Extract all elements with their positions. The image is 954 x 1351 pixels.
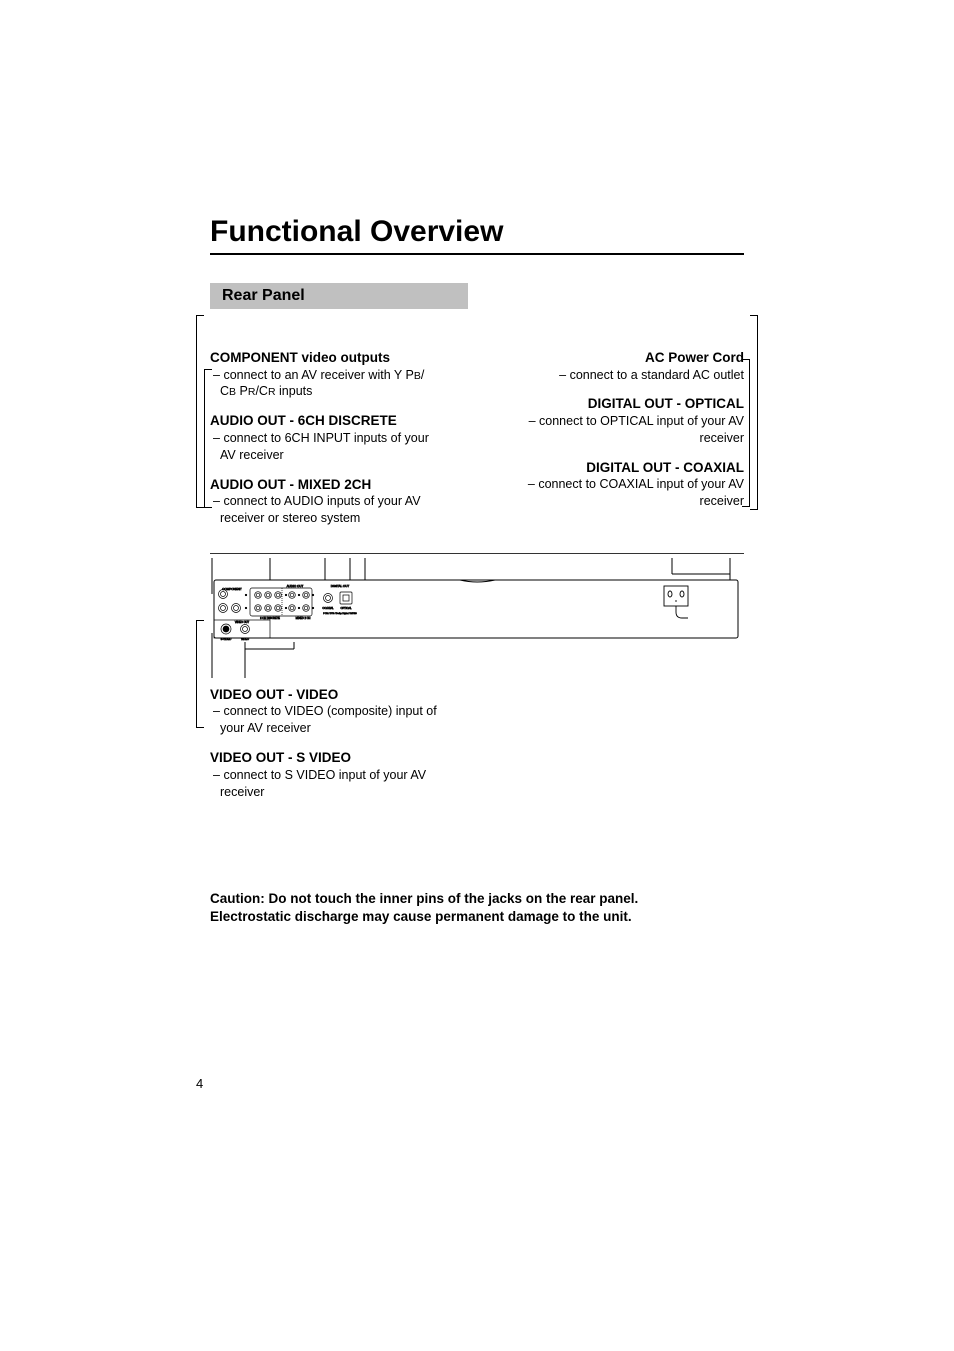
block-body: connect to an AV receiver with Y PB/ CB …: [210, 367, 440, 401]
block-digital-optical: DIGITAL OUT - OPTICAL – connect to OPTIC…: [514, 395, 744, 446]
section-label: Rear Panel: [210, 283, 468, 309]
block-title: AUDIO OUT - MIXED 2CH: [210, 476, 440, 494]
svg-text:MIXED 2 CH: MIXED 2 CH: [296, 616, 311, 620]
diagram-svg: COMPONENT AUDIO OUT: [210, 558, 744, 678]
block-body: connect to VIDEO (composite) input of yo…: [210, 703, 440, 737]
block-body: connect to S VIDEO input of your AV rece…: [210, 767, 440, 801]
rear-panel-diagram: COMPONENT AUDIO OUT: [210, 553, 744, 678]
svg-text:6 CH DISCRETE: 6 CH DISCRETE: [260, 616, 280, 620]
bottom-column: VIDEO OUT - VIDEO connect to VIDEO (comp…: [210, 686, 440, 801]
left-column: COMPONENT video outputs connect to an AV…: [210, 349, 440, 539]
right-column: AC Power Cord – connect to a standard AC…: [514, 349, 744, 539]
block-ac-power: AC Power Cord – connect to a standard AC…: [514, 349, 744, 383]
svg-text:COAXIAL: COAXIAL: [322, 606, 334, 610]
block-digital-coaxial: DIGITAL OUT - COAXIAL – connect to COAXI…: [514, 459, 744, 510]
leader-line: [750, 315, 758, 510]
block-title: DIGITAL OUT - OPTICAL: [514, 395, 744, 413]
block-component: COMPONENT video outputs connect to an AV…: [210, 349, 440, 400]
svg-text:VIDEO OUT: VIDEO OUT: [235, 620, 250, 624]
block-title: DIGITAL OUT - COAXIAL: [514, 459, 744, 477]
block-title: VIDEO OUT - VIDEO: [210, 686, 440, 704]
content-area: COMPONENT video outputs connect to an AV…: [210, 309, 744, 926]
block-audio-2ch: AUDIO OUT - MIXED 2CH connect to AUDIO i…: [210, 476, 440, 527]
leader-line: [196, 620, 204, 728]
leader-line: [196, 315, 204, 508]
leader-line: [204, 369, 212, 508]
leader-line: [742, 359, 750, 507]
block-body: – connect to OPTICAL input of your AV re…: [514, 413, 744, 447]
page-title: Functional Overview: [210, 215, 744, 255]
svg-text:VIDEO: VIDEO: [241, 637, 249, 641]
caution-text: Caution: Do not touch the inner pins of …: [210, 890, 720, 925]
svg-text:OPTICAL: OPTICAL: [340, 606, 352, 610]
block-body: connect to 6CH INPUT inputs of your AV r…: [210, 430, 440, 464]
block-audio-6ch: AUDIO OUT - 6CH DISCRETE connect to 6CH …: [210, 412, 440, 463]
block-video-out: VIDEO OUT - VIDEO connect to VIDEO (comp…: [210, 686, 440, 737]
svg-text:DIGITAL OUT: DIGITAL OUT: [331, 584, 350, 588]
svg-text:AUDIO OUT: AUDIO OUT: [287, 584, 304, 588]
block-title: AC Power Cord: [514, 349, 744, 367]
page-number: 4: [196, 1076, 203, 1091]
block-title: VIDEO OUT - S VIDEO: [210, 749, 440, 767]
block-body: connect to AUDIO inputs of your AV recei…: [210, 493, 440, 527]
block-title: COMPONENT video outputs: [210, 349, 440, 367]
block-svideo-out: VIDEO OUT - S VIDEO connect to S VIDEO i…: [210, 749, 440, 800]
svg-text:S-VIDEO: S-VIDEO: [221, 637, 232, 641]
block-body: – connect to COAXIAL input of your AV re…: [514, 476, 744, 510]
block-body: – connect to a standard AC outlet: [514, 367, 744, 384]
block-title: AUDIO OUT - 6CH DISCRETE: [210, 412, 440, 430]
svg-text:PCM / DTS / Dolby Digital / MP: PCM / DTS / Dolby Digital / MPEG: [323, 612, 357, 615]
